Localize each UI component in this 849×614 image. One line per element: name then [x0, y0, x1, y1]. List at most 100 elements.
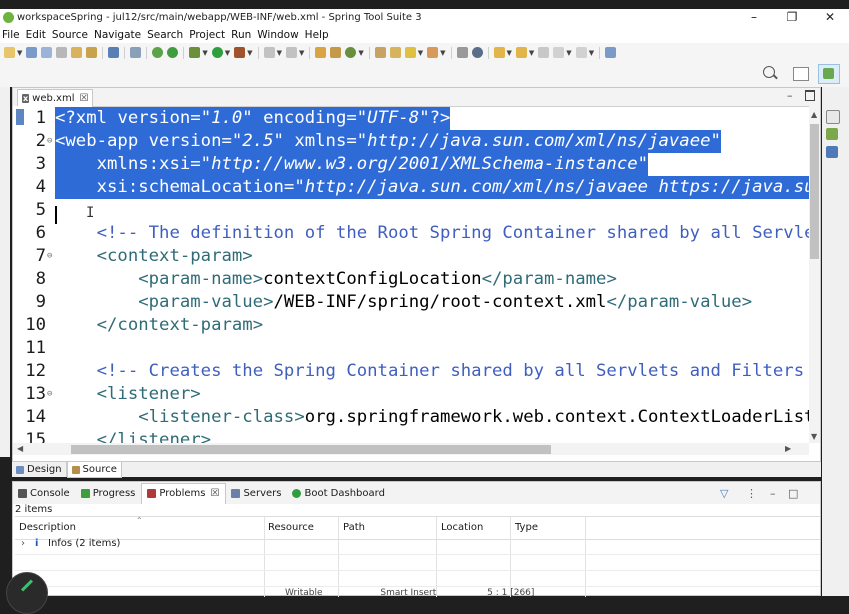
col-type[interactable]: Type [515, 522, 538, 533]
refresh-icon[interactable] [167, 47, 179, 58]
vertical-scroll-thumb[interactable] [810, 124, 819, 259]
close-button[interactable]: ✕ [811, 9, 849, 26]
previous-annotation-icon[interactable] [515, 47, 527, 58]
save-icon[interactable] [26, 47, 38, 58]
minimize-panel-icon[interactable]: – [770, 487, 776, 500]
menu-help[interactable]: Help [303, 29, 333, 41]
forward-icon[interactable] [575, 47, 587, 58]
debug-icon[interactable] [189, 47, 201, 58]
external-tools-icon[interactable] [234, 47, 246, 58]
close-tab-icon[interactable]: ☒ [210, 488, 219, 499]
expand-chevron-icon[interactable]: › [21, 538, 25, 549]
save-all-icon[interactable] [41, 47, 53, 58]
code-editor[interactable]: 1 <?xml version="1.0" encoding="UTF-8"?> 2… [13, 106, 809, 443]
code-line[interactable]: 12 <!-- Creates the Spring Container sha… [13, 360, 809, 383]
tab-progress[interactable]: Progress [76, 483, 142, 503]
coverage-icon[interactable] [285, 47, 297, 58]
view-menu-icon[interactable]: ⋮ [746, 487, 757, 500]
coverage-dropdown-icon[interactable]: ▼ [299, 49, 304, 57]
menu-edit[interactable]: Edit [24, 29, 50, 41]
open-perspective-icon[interactable] [793, 67, 809, 81]
menu-run[interactable]: Run [229, 29, 255, 41]
code-line[interactable]: 13 ⊖ <listener> [13, 383, 809, 406]
code-line[interactable]: 14 <listener-class>org.springframework.w… [13, 406, 809, 429]
pin-editor-icon[interactable] [605, 47, 617, 58]
code-line[interactable]: 2 ⊖ <web-app version="2.5" xmlns="http://j… [13, 130, 809, 153]
open-resource-icon[interactable] [86, 47, 98, 58]
next-annotation-icon[interactable] [493, 47, 505, 58]
annotation-icon[interactable] [427, 47, 439, 58]
close-tab-icon[interactable]: ☒ [79, 93, 88, 104]
external-tools-dropdown-icon[interactable]: ▼ [247, 49, 252, 57]
open-folder-icon[interactable] [389, 47, 401, 58]
tab-source[interactable]: Source [66, 461, 122, 478]
search-icon[interactable] [763, 66, 775, 78]
code-line[interactable]: 1 <?xml version="1.0" encoding="UTF-8"?> [13, 107, 809, 130]
new-package-icon[interactable] [330, 47, 342, 58]
menu-source[interactable]: Source [50, 29, 92, 41]
annotation-dropdown-icon[interactable]: ▼ [440, 49, 445, 57]
skip-breakpoints-icon[interactable] [130, 47, 142, 58]
maximize-editor-icon[interactable] [805, 90, 815, 101]
tab-problems[interactable]: Problems ☒ [141, 482, 227, 504]
code-line[interactable]: 15 </listener> [13, 429, 809, 443]
restore-button[interactable]: ❐ [773, 9, 811, 26]
outline-icon[interactable] [826, 128, 838, 140]
restore-view-icon[interactable] [826, 110, 840, 124]
run-dropdown-icon[interactable]: ▼ [225, 49, 230, 57]
maximize-panel-icon[interactable]: □ [788, 487, 798, 500]
code-line[interactable]: 5 [13, 199, 809, 222]
code-line[interactable]: 11 [13, 337, 809, 360]
code-line[interactable]: 7 ⊖ <context-param> [13, 245, 809, 268]
scroll-left-icon[interactable]: ◀ [17, 444, 23, 453]
forward-dropdown-icon[interactable]: ▼ [589, 49, 594, 57]
code-line[interactable]: 9 <param-value>/WEB-INF/spring/root-cont… [13, 291, 809, 314]
minimize-button[interactable]: – [735, 9, 773, 26]
task-list-icon[interactable] [826, 146, 838, 158]
menu-file[interactable]: File [0, 29, 24, 41]
stop-dropdown-icon[interactable]: ▼ [277, 49, 282, 57]
last-edit-icon[interactable] [538, 47, 550, 58]
code-line[interactable]: 4 xsi:schemaLocation="http://java.sun.co… [13, 176, 809, 199]
back-dropdown-icon[interactable]: ▼ [566, 49, 571, 57]
run-icon[interactable] [211, 47, 223, 58]
code-line[interactable]: 6 <!-- The definition of the Root Spring… [13, 222, 809, 245]
spring-boot-icon[interactable] [152, 47, 164, 58]
col-description[interactable]: Description [19, 522, 76, 533]
print-icon[interactable] [56, 47, 68, 58]
menu-window[interactable]: Window [255, 29, 302, 41]
new-java-project-icon[interactable] [315, 47, 327, 58]
previous-annotation-dropdown-icon[interactable]: ▼ [529, 49, 534, 57]
code-line[interactable]: 8 <param-name>contextConfigLocation</par… [13, 268, 809, 291]
col-location[interactable]: Location [441, 522, 483, 533]
horizontal-scroll-thumb[interactable] [71, 445, 551, 454]
table-row[interactable]: › i Infos (2 items) [15, 538, 820, 554]
vertical-scrollbar[interactable]: ▲ ▼ [809, 106, 820, 443]
pen-icon[interactable] [404, 47, 416, 58]
recorder-overlay-icon[interactable] [6, 572, 48, 614]
new-icon[interactable] [4, 47, 15, 58]
fold-toggle-icon[interactable]: ⊖ [47, 130, 52, 153]
globe-icon[interactable] [471, 47, 483, 58]
stop-icon[interactable] [263, 47, 275, 58]
tab-console[interactable]: Console [13, 483, 76, 503]
open-task-icon[interactable] [374, 47, 386, 58]
col-path[interactable]: Path [343, 522, 365, 533]
new-class-icon[interactable] [345, 47, 357, 58]
back-icon[interactable] [553, 47, 565, 58]
code-line[interactable]: 3 xmlns:xsi="http://www.w3.org/2001/XMLS… [13, 153, 809, 176]
code-line[interactable]: 10 </context-param> [13, 314, 809, 337]
scroll-up-icon[interactable]: ▲ [811, 110, 817, 119]
tab-boot-dashboard[interactable]: Boot Dashboard [287, 483, 390, 503]
console-icon[interactable] [108, 47, 120, 58]
fold-toggle-icon[interactable]: ⊖ [47, 383, 52, 406]
scroll-right-icon[interactable]: ▶ [785, 444, 791, 453]
menu-project[interactable]: Project [187, 29, 229, 41]
tab-servers[interactable]: Servers [226, 483, 287, 503]
open-type-icon[interactable] [71, 47, 83, 58]
menu-navigate[interactable]: Navigate [92, 29, 145, 41]
tab-design[interactable]: Design [12, 462, 67, 477]
fold-toggle-icon[interactable]: ⊖ [47, 245, 52, 268]
new-dropdown-icon[interactable]: ▼ [17, 49, 22, 57]
tab-web-xml[interactable]: x web.xml ☒ [17, 89, 94, 107]
